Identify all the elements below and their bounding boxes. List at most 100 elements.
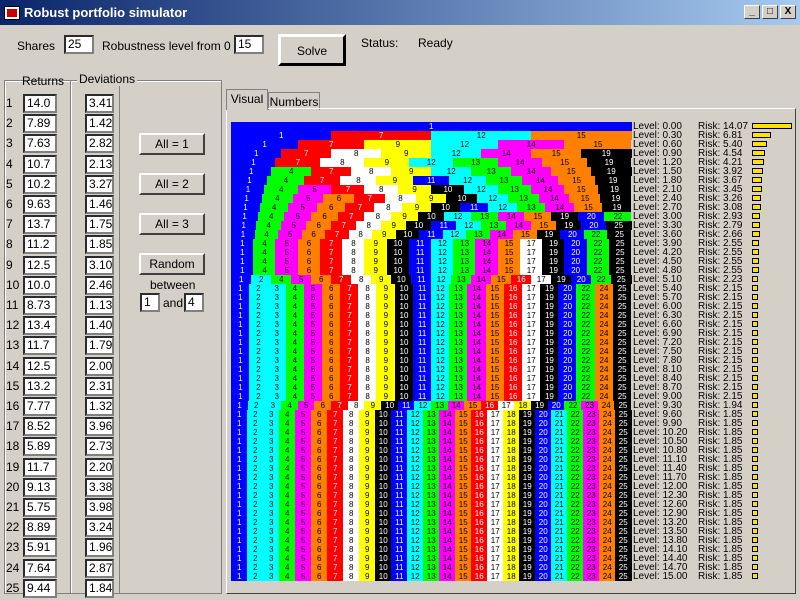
deviation-input[interactable]: 3.27 xyxy=(85,174,114,194)
share-cell: 14 xyxy=(439,527,456,536)
share-cell: 2 xyxy=(251,275,272,284)
return-input[interactable]: 11.7 xyxy=(23,457,57,477)
deviation-input[interactable]: 2.87 xyxy=(85,558,114,578)
deviation-input[interactable]: 2.00 xyxy=(85,356,114,376)
return-input[interactable]: 9.13 xyxy=(23,477,57,497)
random-max-input[interactable]: 4 xyxy=(184,293,204,312)
return-input[interactable]: 5.89 xyxy=(23,437,57,457)
return-input[interactable]: 9.44 xyxy=(23,578,57,598)
random-min-input[interactable]: 1 xyxy=(140,293,160,312)
share-cell: 23 xyxy=(583,554,600,563)
return-input[interactable]: 7.63 xyxy=(23,134,57,154)
deviation-input[interactable]: 1.42 xyxy=(85,114,114,134)
share-cell: 15 xyxy=(485,383,505,392)
deviation-input[interactable]: 2.73 xyxy=(85,437,114,457)
share-cell: 8 xyxy=(342,239,365,248)
share-cell: 15 xyxy=(485,392,505,401)
return-input[interactable]: 10.2 xyxy=(23,174,57,194)
solve-button[interactable]: Solve xyxy=(278,34,346,66)
share-cell: 15 xyxy=(455,410,472,419)
row-index: 11 xyxy=(6,298,19,312)
share-cell: 18 xyxy=(503,410,520,419)
deviation-input[interactable]: 3.38 xyxy=(85,477,114,497)
return-input[interactable]: 7.77 xyxy=(23,397,57,416)
return-input[interactable]: 13.7 xyxy=(23,215,57,235)
share-cell: 20 xyxy=(558,383,577,392)
all-3-button[interactable]: All = 3 xyxy=(139,213,205,235)
deviation-input[interactable]: 1.32 xyxy=(85,397,114,416)
random-button[interactable]: Random xyxy=(139,253,205,275)
deviation-input[interactable]: 2.13 xyxy=(85,154,114,174)
share-cell: 10 xyxy=(375,500,392,509)
deviation-input[interactable]: 3.24 xyxy=(85,518,114,538)
share-cell: 5 xyxy=(295,572,312,581)
return-input[interactable]: 11.2 xyxy=(23,235,57,255)
share-cell: 7 xyxy=(275,158,321,167)
return-input[interactable]: 10.7 xyxy=(23,154,57,174)
return-input[interactable]: 14.0 xyxy=(23,94,57,113)
row-index: 17 xyxy=(6,419,20,434)
risk-bar xyxy=(752,393,759,399)
share-cell: 11 xyxy=(391,500,408,509)
share-cell: 11 xyxy=(408,239,432,248)
return-input[interactable]: 13.2 xyxy=(23,376,57,396)
all-2-button[interactable]: All = 2 xyxy=(139,173,205,195)
return-input[interactable]: 5.75 xyxy=(23,498,57,517)
share-cell: 8 xyxy=(343,437,360,446)
share-cell: 20 xyxy=(535,500,552,509)
deviation-input[interactable]: 3.96 xyxy=(85,417,114,437)
return-input[interactable]: 9.63 xyxy=(23,195,57,214)
share-cell: 24 xyxy=(594,293,614,302)
share-cell: 12 xyxy=(431,167,472,176)
return-input[interactable]: 7.64 xyxy=(23,558,57,578)
return-input[interactable]: 8.89 xyxy=(23,518,57,538)
share-cell: 1 xyxy=(231,500,248,509)
deviation-input[interactable]: 2.20 xyxy=(85,457,114,477)
share-cell: 19 xyxy=(519,428,536,437)
all-1-button[interactable]: All = 1 xyxy=(139,133,205,155)
return-input[interactable]: 13.4 xyxy=(23,316,57,336)
deviation-input[interactable]: 3.98 xyxy=(85,498,114,517)
return-input[interactable]: 10.0 xyxy=(23,275,57,295)
deviation-input[interactable]: 1.40 xyxy=(85,316,114,336)
tab-visual[interactable]: Visual xyxy=(226,89,268,110)
share-cell: 14 xyxy=(439,554,456,563)
deviation-input[interactable]: 1.84 xyxy=(85,578,114,598)
return-input[interactable]: 7.89 xyxy=(23,114,57,134)
robustness-input[interactable]: 15 xyxy=(234,35,264,54)
return-input[interactable]: 12.5 xyxy=(23,356,57,376)
deviation-input[interactable]: 1.13 xyxy=(85,296,114,315)
deviation-input[interactable]: 2.31 xyxy=(85,376,114,396)
close-button[interactable]: X xyxy=(780,5,796,19)
deviation-input[interactable]: 3.10 xyxy=(85,255,114,275)
share-cell: 14 xyxy=(439,473,456,482)
return-input[interactable]: 5.91 xyxy=(23,538,57,558)
deviation-input[interactable]: 2.82 xyxy=(85,134,114,154)
portfolio-row: 1 7 9 12 14 15 xyxy=(231,140,632,149)
return-input[interactable]: 8.73 xyxy=(23,296,57,315)
deviation-input[interactable]: 1.85 xyxy=(85,235,114,255)
title-bar: Robust portfolio simulator _ □ X xyxy=(0,0,800,25)
deviation-input[interactable]: 1.79 xyxy=(85,336,114,356)
share-cell: 24 xyxy=(599,518,616,527)
return-input[interactable]: 12.5 xyxy=(23,255,57,275)
shares-input[interactable]: 25 xyxy=(64,35,94,54)
portfolio-row: 1 xyxy=(231,122,632,131)
deviation-input[interactable]: 1.46 xyxy=(85,195,114,214)
deviation-input[interactable]: 1.96 xyxy=(85,538,114,558)
share-cell: 8 xyxy=(343,446,360,455)
share-cell: 13 xyxy=(449,365,468,374)
share-cell: 4 xyxy=(279,419,296,428)
deviation-input[interactable]: 1.75 xyxy=(85,215,114,235)
minimize-button[interactable]: _ xyxy=(744,5,760,19)
return-input[interactable]: 8.52 xyxy=(23,417,57,437)
share-cell: 4 xyxy=(285,320,305,329)
portfolio-row: 1 4 5 6 7 8 9 10 11 12 13 14 15 17 19 20 22 25 xyxy=(231,257,632,266)
deviation-input[interactable]: 3.41 xyxy=(85,94,114,113)
deviation-input[interactable]: 2.46 xyxy=(85,275,114,295)
risk-bar xyxy=(752,384,759,390)
return-input[interactable]: 11.7 xyxy=(23,336,57,356)
share-cell: 8 xyxy=(347,401,365,410)
maximize-button[interactable]: □ xyxy=(762,5,778,19)
share-cell: 20 xyxy=(558,374,577,383)
